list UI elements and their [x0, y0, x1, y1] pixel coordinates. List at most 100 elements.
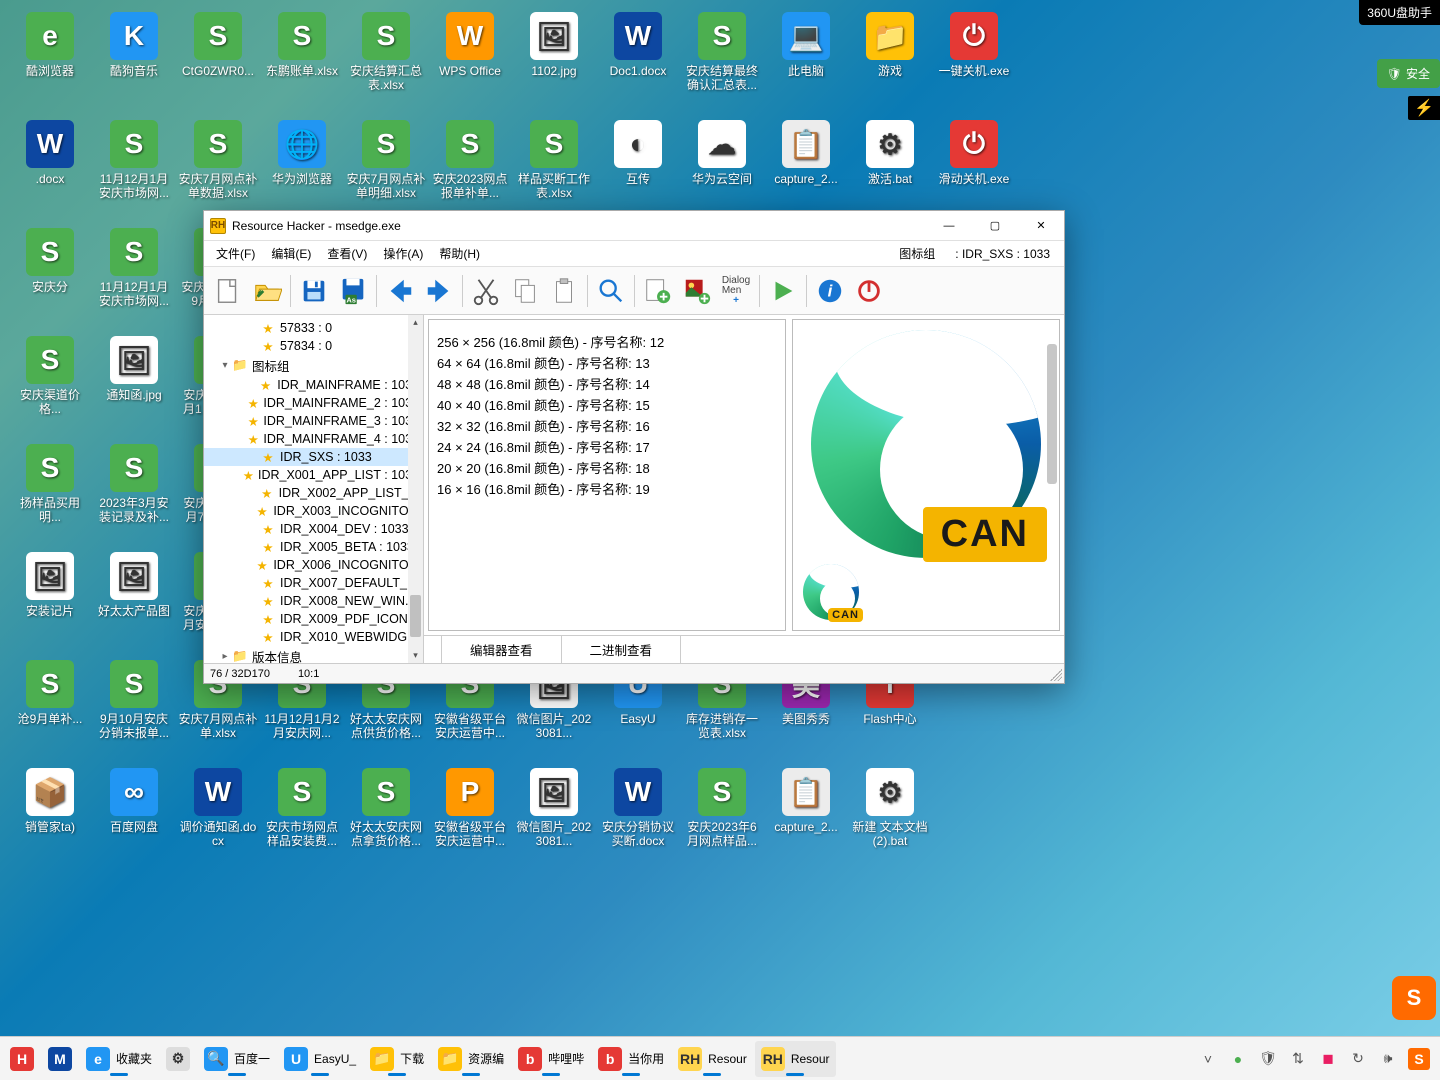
tree-node[interactable]: ★57833 : 0: [204, 319, 423, 337]
tree-node[interactable]: ★IDR_X009_PDF_ICON...: [204, 610, 423, 628]
tray-shield-icon[interactable]: 🛡: [1258, 1049, 1278, 1069]
desktop-icon[interactable]: K酷狗音乐: [92, 10, 176, 118]
tree-node[interactable]: ★IDR_X006_INCOGNITO...: [204, 556, 423, 574]
desktop-icon[interactable]: WDoc1.docx: [596, 10, 680, 118]
menu-file[interactable]: 文件(F): [208, 241, 263, 266]
info-pane[interactable]: 256 × 256 (16.8mil 颜色) - 序号名称: 1264 × 64…: [428, 319, 786, 631]
desktop-icon[interactable]: 📁游戏: [848, 10, 932, 118]
menu-action[interactable]: 操作(A): [375, 241, 431, 266]
tree-node[interactable]: ★IDR_MAINFRAME_3 : 1033: [204, 412, 423, 430]
desktop-icon[interactable]: S9月10月安庆分销未报单...: [92, 658, 176, 766]
tree-node[interactable]: ▾📁图标组: [204, 355, 423, 376]
taskbar-item[interactable]: M: [42, 1041, 78, 1077]
desktop-icon[interactable]: S安庆市场网点样品安装费...: [260, 766, 344, 874]
tree-node[interactable]: ★IDR_X005_BETA : 1033: [204, 538, 423, 556]
desktop-icon[interactable]: ⏻一键关机.exe: [932, 10, 1016, 118]
power-icon[interactable]: [851, 272, 887, 310]
desktop-icon[interactable]: S安庆2023年6月网点样品...: [680, 766, 764, 874]
tray-app-icon[interactable]: ◼: [1318, 1049, 1338, 1069]
tree-scrollbar[interactable]: ▴ ▾: [408, 315, 423, 663]
collapse-icon[interactable]: ▸: [218, 651, 232, 662]
tree-node[interactable]: ★IDR_MAINFRAME_4 : 1033: [204, 430, 423, 448]
desktop-icon[interactable]: S扬样品买用明...: [8, 442, 92, 550]
taskbar-item[interactable]: b当你用: [592, 1041, 670, 1077]
desktop-icon[interactable]: 🖼通知函.jpg: [92, 334, 176, 442]
tray-network-icon[interactable]: ⇅: [1288, 1049, 1308, 1069]
desktop-icon[interactable]: S11月12月1月安庆市场网...: [92, 226, 176, 334]
preview-scrollbar[interactable]: [1047, 344, 1057, 484]
desktop-icon[interactable]: 💻此电脑: [764, 10, 848, 118]
desktop-icon[interactable]: ∞百度网盘: [92, 766, 176, 874]
cut-icon[interactable]: [468, 272, 504, 310]
safe-badge[interactable]: 🛡 安全: [1377, 59, 1440, 88]
desktop-icon[interactable]: ⚙新建 文本文档 (2).bat: [848, 766, 932, 874]
desktop-icon[interactable]: WWPS Office: [428, 10, 512, 118]
desktop-icon[interactable]: P安徽省级平台安庆运营中...: [428, 766, 512, 874]
desktop-icon[interactable]: S2023年3月安装记录及补...: [92, 442, 176, 550]
desktop-icon[interactable]: 🖼1102.jpg: [512, 10, 596, 118]
menu-help[interactable]: 帮助(H): [431, 241, 488, 266]
taskbar-item[interactable]: UEasyU_: [278, 1041, 362, 1077]
play-icon[interactable]: [765, 272, 801, 310]
taskbar-item[interactable]: RHResour: [672, 1041, 753, 1077]
taskbar-item[interactable]: 📁资源编: [432, 1041, 510, 1077]
copy-icon[interactable]: [507, 272, 543, 310]
desktop-icon[interactable]: 🖼安装记片: [8, 550, 92, 658]
desktop-icon[interactable]: S东鹏账单.xlsx: [260, 10, 344, 118]
tree-node[interactable]: ★IDR_MAINFRAME_2 : 1033: [204, 394, 423, 412]
tree-node[interactable]: ★IDR_X004_DEV : 1033: [204, 520, 423, 538]
preview-pane[interactable]: CAN CAN: [792, 319, 1060, 631]
taskbar-item[interactable]: H: [4, 1041, 40, 1077]
tray-battery-icon[interactable]: ●: [1228, 1049, 1248, 1069]
taskbar-item[interactable]: b哔哩哔: [512, 1041, 590, 1077]
add-image-icon[interactable]: [679, 272, 715, 310]
tree-node[interactable]: ★IDR_X008_NEW_WIN...: [204, 592, 423, 610]
tab-editor-view[interactable]: 编辑器查看: [442, 636, 562, 663]
tree-pane[interactable]: ★57833 : 0★57834 : 0▾📁图标组★IDR_MAINFRAME …: [204, 315, 424, 663]
desktop-icon[interactable]: 🖼微信图片_2023081...: [512, 766, 596, 874]
search-icon[interactable]: [593, 272, 629, 310]
menu-edit[interactable]: 编辑(E): [263, 241, 319, 266]
desktop-icon[interactable]: S好太太安庆网点拿货价格...: [344, 766, 428, 874]
maximize-button[interactable]: ▢: [972, 211, 1018, 241]
taskbar-item[interactable]: e收藏夹: [80, 1041, 158, 1077]
desktop-icon[interactable]: W.docx: [8, 118, 92, 226]
desktop-icon[interactable]: e酷浏览器: [8, 10, 92, 118]
desktop-icon[interactable]: S11月12月1月安庆市场网...: [92, 118, 176, 226]
tree-node[interactable]: ★IDR_X010_WEBWIDG...: [204, 628, 423, 646]
open-file-icon[interactable]: [249, 272, 285, 310]
nav-back-icon[interactable]: [382, 272, 418, 310]
menu-view[interactable]: 查看(V): [319, 241, 375, 266]
tab-binary-view[interactable]: 二进制查看: [562, 636, 682, 663]
tray-ime-icon[interactable]: S: [1408, 1048, 1430, 1070]
desktop-icon[interactable]: 🖼好太太产品图: [92, 550, 176, 658]
close-button[interactable]: ✕: [1018, 211, 1064, 241]
desktop-icon[interactable]: SCtG0ZWR0...: [176, 10, 260, 118]
desktop-icon[interactable]: S安庆结算最终确认汇总表...: [680, 10, 764, 118]
nav-forward-icon[interactable]: [421, 272, 457, 310]
desktop-icon[interactable]: W安庆分销协议买断.docx: [596, 766, 680, 874]
dialog-menu-icon[interactable]: DialogMen+: [718, 272, 754, 310]
tree-node[interactable]: ★IDR_SXS : 1033: [204, 448, 423, 466]
tree-node[interactable]: ★IDR_X001_APP_LIST : 1033: [204, 466, 423, 484]
add-resource-icon[interactable]: [640, 272, 676, 310]
taskbar-item[interactable]: RHResour: [755, 1041, 836, 1077]
paste-icon[interactable]: [546, 272, 582, 310]
tray-volume-icon[interactable]: 🕪: [1378, 1049, 1398, 1069]
desktop-icon[interactable]: 📋capture_2...: [764, 766, 848, 874]
tree-node[interactable]: ▸📁版本信息: [204, 646, 423, 663]
tray-sync-icon[interactable]: ↻: [1348, 1049, 1368, 1069]
desktop-icon[interactable]: W调价通知函.docx: [176, 766, 260, 874]
taskbar-item[interactable]: 🔍百度一: [198, 1041, 276, 1077]
desktop-icon[interactable]: 📦销管家ta): [8, 766, 92, 874]
desktop-icon[interactable]: S沧9月单补...: [8, 658, 92, 766]
input-method-indicator[interactable]: S: [1392, 976, 1436, 1020]
save-icon[interactable]: [296, 272, 332, 310]
tree-node[interactable]: ★57834 : 0: [204, 337, 423, 355]
minimize-button[interactable]: —: [926, 211, 972, 241]
tree-node[interactable]: ★IDR_MAINFRAME : 1033: [204, 376, 423, 394]
desktop-icon[interactable]: S安庆渠道价格...: [8, 334, 92, 442]
tree-node[interactable]: ★IDR_X002_APP_LIST_...: [204, 484, 423, 502]
taskbar-item[interactable]: ⚙: [160, 1041, 196, 1077]
expand-icon[interactable]: ▾: [218, 360, 232, 371]
